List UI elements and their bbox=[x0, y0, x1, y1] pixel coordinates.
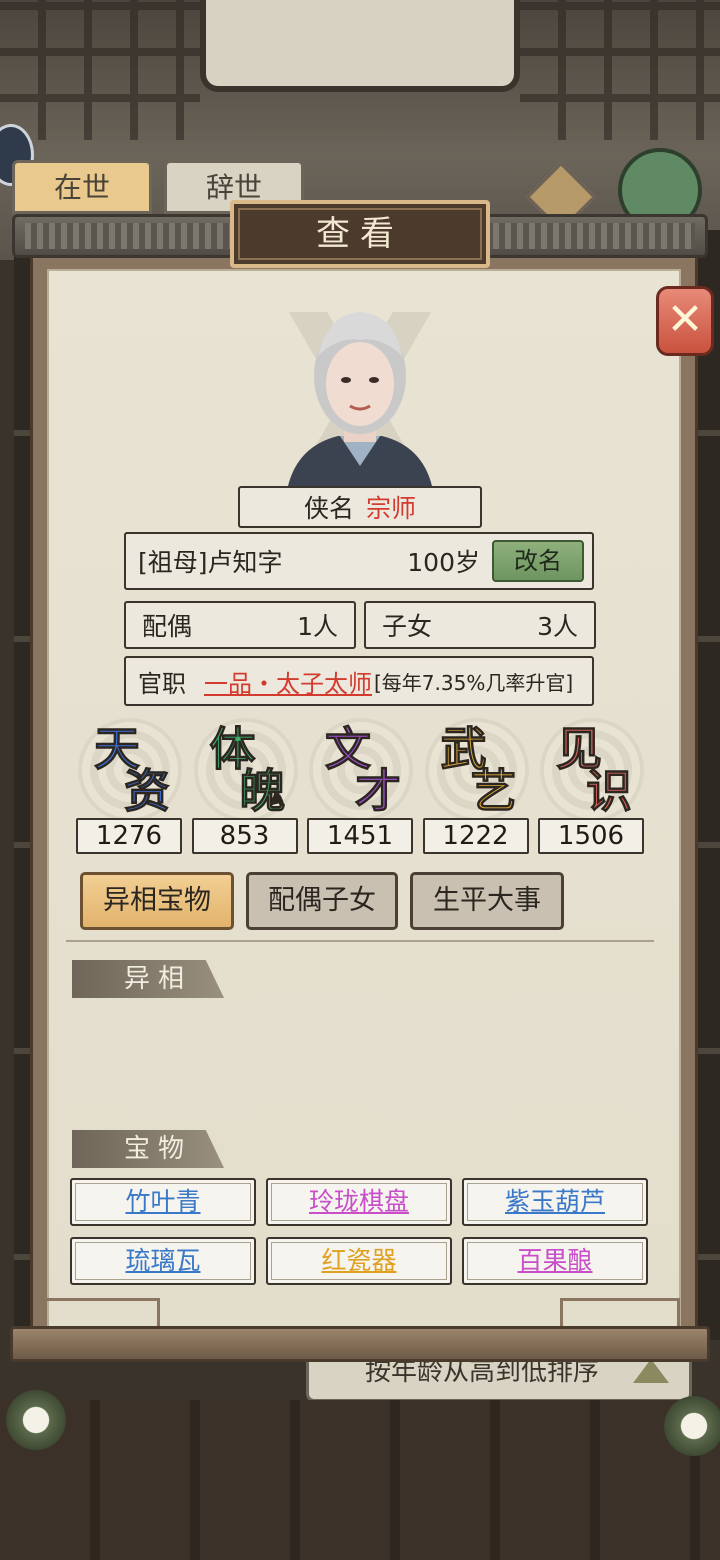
section-divider bbox=[66, 940, 654, 948]
floor bbox=[0, 1400, 720, 1560]
stat-value: 1451 bbox=[307, 818, 413, 854]
character-title: 宗师 bbox=[366, 494, 417, 523]
promotion-chance: [每年7.35%几率升官] bbox=[374, 670, 574, 695]
identity-box: [祖母]卢知字 100岁 改名 bbox=[124, 532, 594, 590]
tab-traits-treasures[interactable]: 异相宝物 bbox=[80, 872, 234, 930]
tab-life-events[interactable]: 生平大事 bbox=[410, 872, 564, 930]
children-label: 子女 bbox=[382, 612, 433, 641]
stat-name-char: 魄 bbox=[239, 764, 286, 818]
name-box: 侠名 宗师 bbox=[238, 486, 482, 528]
children-box: 子女 3人 bbox=[364, 601, 596, 649]
dialog-title: 查看 bbox=[230, 200, 490, 268]
character-portrait bbox=[288, 312, 432, 486]
character-age: 100岁 bbox=[407, 548, 480, 577]
close-x-icon: ✕ bbox=[666, 294, 704, 345]
office-label: 官职 bbox=[138, 669, 186, 698]
sort-arrow-icon bbox=[633, 1359, 669, 1383]
treasure-item[interactable]: 百果酿 bbox=[462, 1237, 648, 1285]
window-lattice-right bbox=[520, 0, 720, 140]
tab-spouse-children[interactable]: 配偶子女 bbox=[246, 872, 398, 930]
treasure-item[interactable]: 红瓷器 bbox=[266, 1237, 452, 1285]
flower-icon bbox=[6, 1390, 66, 1450]
traits-section-label: 异相 bbox=[72, 960, 224, 998]
treasure-item[interactable]: 竹叶青 bbox=[70, 1178, 256, 1226]
treasures-section-label: 宝物 bbox=[72, 1130, 224, 1168]
treasure-item[interactable]: 紫玉葫芦 bbox=[462, 1178, 648, 1226]
stat-name-char: 才 bbox=[355, 764, 402, 818]
office-title[interactable]: 一品・太子太师 bbox=[204, 664, 372, 699]
stat-value: 853 bbox=[191, 818, 298, 854]
dialog-bottom-frame bbox=[10, 1326, 710, 1362]
stat-value: 1222 bbox=[422, 818, 529, 854]
treasure-item[interactable]: 琉璃瓦 bbox=[70, 1237, 256, 1285]
stat-name-char: 资 bbox=[124, 764, 171, 818]
stat-name-char: 识 bbox=[586, 764, 633, 818]
office-box: 官职 一品・太子太师 [每年7.35%几率升官] bbox=[124, 656, 594, 706]
spouse-count: 1人 bbox=[297, 612, 338, 641]
spouse-box: 配偶 1人 bbox=[124, 601, 356, 649]
window-lattice-left bbox=[0, 0, 200, 140]
hanging-painting bbox=[200, 0, 520, 92]
rename-button[interactable]: 改名 bbox=[492, 540, 584, 582]
stat-value: 1506 bbox=[538, 818, 644, 854]
treasure-item[interactable]: 玲珑棋盘 bbox=[266, 1178, 452, 1226]
spouse-label: 配偶 bbox=[142, 612, 193, 641]
character-identity: [祖母]卢知字 bbox=[138, 548, 283, 577]
close-button[interactable]: ✕ bbox=[656, 286, 714, 356]
stat-name-char: 艺 bbox=[470, 764, 517, 818]
name-label: 侠名 bbox=[303, 494, 354, 523]
flower-icon bbox=[664, 1396, 720, 1456]
stat-value: 1276 bbox=[76, 818, 182, 854]
tab-alive[interactable]: 在世 bbox=[12, 160, 152, 214]
children-count: 3人 bbox=[537, 612, 578, 641]
